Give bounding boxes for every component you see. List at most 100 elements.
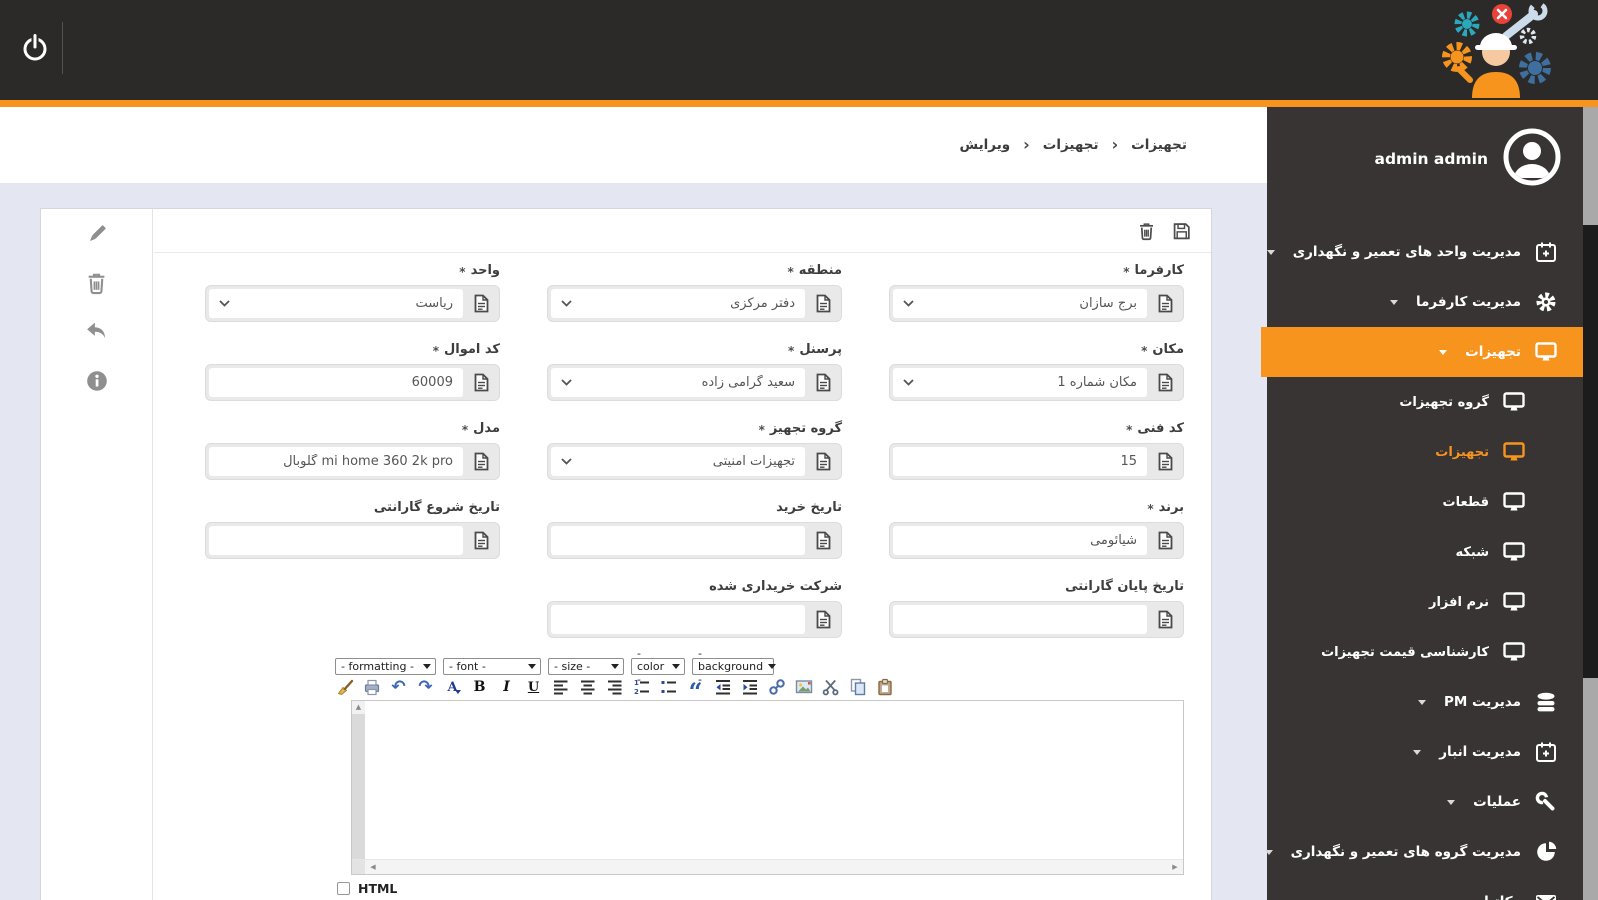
required-marker: * [1141,344,1148,358]
copy-icon[interactable] [848,678,867,696]
field-label: کد فنی [1137,421,1184,436]
bold-icon[interactable]: B [470,678,489,696]
sidebar-item-price-appraisal[interactable]: کارشناسی قیمت تجهیزات [1267,627,1583,677]
sidebar-item-warehouse-management[interactable]: مدیریت انبار [1267,727,1583,777]
edit-pencil-icon[interactable] [41,209,152,258]
back-reply-icon[interactable] [41,307,152,356]
document-icon [463,365,499,400]
field-label: تاریخ شروع گارانتی [373,500,500,515]
font-select[interactable]: - font - [443,658,541,675]
align-right-icon[interactable] [605,678,624,696]
field-asset-code: کد اموال * 60009 [205,342,500,401]
field-label: کد اموال [444,342,500,357]
brand-input[interactable]: شیائومی [889,522,1184,559]
asset-code-input[interactable]: 60009 [205,364,500,401]
align-left-icon[interactable] [551,678,570,696]
sidebar-item-network[interactable]: شبکه [1267,527,1583,577]
sidebar-item-correspondence[interactable]: مکاتبات [1267,877,1583,900]
page-scrollbar[interactable] [1583,107,1598,900]
breadcrumb-separator-icon: ‹ [1023,135,1030,154]
sidebar-item-parts[interactable]: قطعات [1267,477,1583,527]
edit-equipment-card: کارفرما * برج سازان منطقه * دفتر مرکزی واح… [40,208,1212,900]
required-marker: * [787,265,794,279]
warranty-end-date-input[interactable] [889,601,1184,638]
calendar-plus-icon [1534,741,1558,763]
chevron-down-icon [423,664,431,669]
model-input[interactable]: mi home 360 2k pro گلوبال [205,443,500,480]
align-center-icon[interactable] [578,678,597,696]
color-select[interactable]: - color - [631,647,685,686]
field-label: واحد [470,263,500,278]
cut-icon[interactable] [821,678,840,696]
user-profile[interactable]: admin admin [1267,107,1583,190]
save-floppy-icon[interactable] [1172,221,1191,241]
chevron-down-icon [1264,849,1273,855]
sidebar-item-equipment[interactable]: تجهیزات [1261,327,1583,377]
scrollbar-thumb[interactable] [352,714,365,861]
field-location: مکان * مکان شماره 1 [889,342,1184,401]
employer-select[interactable]: برج سازان [889,285,1184,322]
print-icon[interactable] [362,678,381,696]
scroll-left-icon[interactable]: ◀ [365,863,381,871]
indent-icon[interactable] [740,678,759,696]
html-mode-checkbox[interactable] [337,882,350,895]
breadcrumb-item[interactable]: تجهیزات [1043,137,1099,153]
sidebar-item-employer-management[interactable]: مدیریت کارفرما [1267,277,1583,327]
info-icon[interactable] [41,356,152,405]
region-select[interactable]: دفتر مرکزی [547,285,842,322]
scroll-up-icon[interactable]: ▲ [356,701,361,714]
breadcrumb-separator-icon: ‹ [1111,135,1119,154]
breadcrumb: تجهیزات ‹ تجهیزات ‹ ویرایش [0,107,1267,183]
equipment-group-select[interactable]: تجهیزات امنیتی [547,443,842,480]
personnel-select[interactable]: سعید گرامی زاده [547,364,842,401]
wrench-icon [1534,791,1558,813]
unit-select[interactable]: ریاست [205,285,500,322]
underline-icon[interactable]: U [524,678,543,696]
editor-textarea[interactable]: ▲ ▼ ◀ ▶ [351,700,1184,875]
power-icon[interactable] [14,24,56,72]
clean-brush-icon[interactable] [335,678,354,696]
field-label: تاریخ پایان گارانتی [1065,579,1184,594]
calendar-plus-icon [1534,241,1558,263]
breadcrumb-item[interactable]: تجهیزات [1131,137,1187,153]
image-icon[interactable] [794,678,813,696]
italic-icon[interactable]: I [497,678,516,696]
link-icon[interactable] [767,678,786,696]
delete-trash-icon[interactable] [1137,221,1156,241]
sidebar-item-equipment-group[interactable]: گروه تجهیزات [1267,377,1583,427]
unordered-list-icon[interactable] [659,678,678,696]
remove-format-icon[interactable]: A [443,678,462,696]
purchased-company-input[interactable] [547,601,842,638]
field-unit: واحد * ریاست [205,263,500,322]
sidebar-item-maintenance-units[interactable]: مدیریت واحد های تعمیر و نگهداری [1266,227,1583,277]
delete-trash-icon[interactable] [41,258,152,307]
document-icon [463,444,499,479]
purchase-date-input[interactable] [547,522,842,559]
breadcrumb-item[interactable]: ویرایش [960,137,1011,153]
editor-horizontal-scrollbar[interactable]: ◀ ▶ [352,859,1183,874]
database-icon [1534,692,1558,713]
paste-icon[interactable] [875,678,894,696]
gear-icon [1534,291,1558,313]
chevron-down-icon [611,664,619,669]
location-select[interactable]: مکان شماره 1 [889,364,1184,401]
warranty-start-date-input[interactable] [205,522,500,559]
monitor-icon [1534,342,1558,362]
chevron-down-icon [1417,699,1426,705]
sidebar-item-software[interactable]: نرم افزار [1267,577,1583,627]
redo-icon[interactable]: ↷ [416,678,435,696]
size-select[interactable]: - size - [548,658,624,675]
sidebar-item-equipment-list[interactable]: تجهیزات [1267,427,1583,477]
blockquote-icon[interactable]: “ [686,678,705,704]
outdent-icon[interactable] [713,678,732,696]
formatting-select[interactable]: - formatting - [335,658,436,675]
page-scrollbar-thumb[interactable] [1583,225,1598,678]
sidebar-item-maintenance-groups[interactable]: مدیریت گروه های تعمیر و نگهداری [1264,827,1583,877]
technical-code-input[interactable]: 15 [889,443,1184,480]
sidebar-item-pm-management[interactable]: مدیریت PM [1267,677,1583,727]
sidebar-item-operations[interactable]: عملیات [1267,777,1583,827]
background-select[interactable]: - background - [692,647,777,686]
ordered-list-icon[interactable]: 12 [632,678,651,696]
scroll-right-icon[interactable]: ▶ [1167,863,1183,871]
undo-icon[interactable]: ↶ [389,678,408,696]
